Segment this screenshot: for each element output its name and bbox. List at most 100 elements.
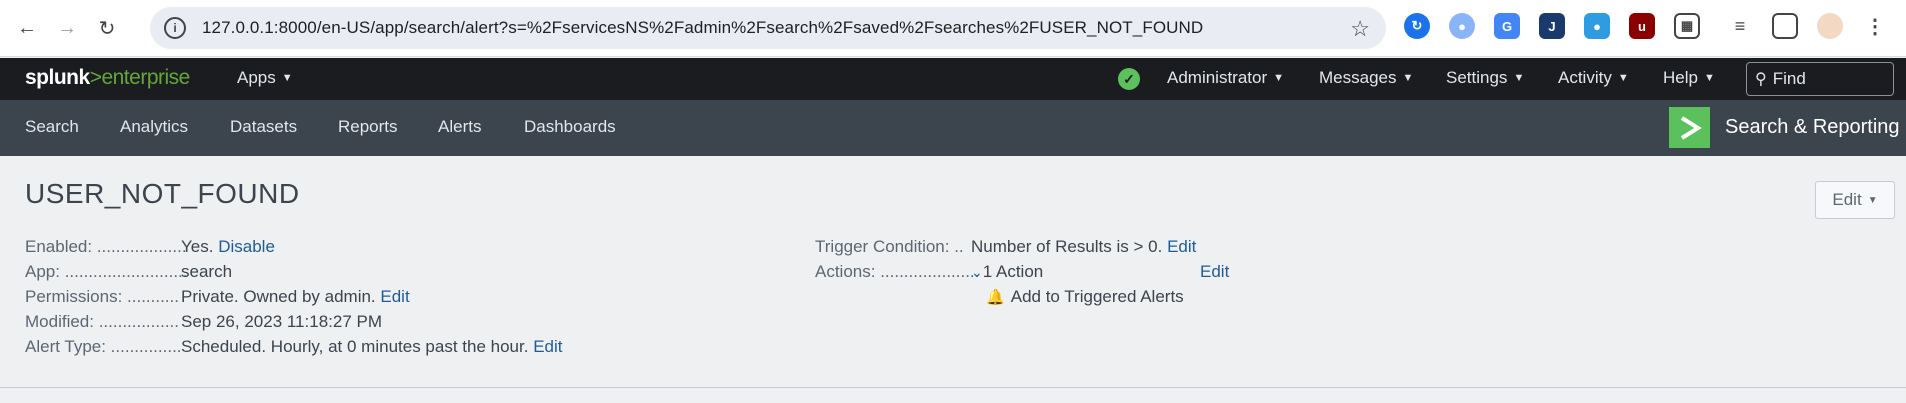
- modified-row: Modified: .................: [25, 312, 179, 332]
- actions-toggle[interactable]: ⌄1 Action: [971, 262, 1043, 282]
- caret-down-icon: ▼: [1402, 72, 1414, 84]
- modified-value: Sep 26, 2023 11:18:27 PM: [181, 312, 383, 331]
- extension-search-icon[interactable]: ●: [1449, 13, 1475, 39]
- administrator-label: Administrator: [1167, 68, 1268, 87]
- trigger-condition-edit-link[interactable]: Edit: [1167, 237, 1196, 256]
- extension-sync-icon[interactable]: ↻: [1404, 13, 1430, 39]
- find-search-box[interactable]: ⚲: [1746, 62, 1894, 96]
- extensions-bar: ↻ ● G J ● u ▦ ≡ ⋮: [1404, 13, 1906, 39]
- alert-details-panel: USER_NOT_FOUND Edit ▼ Enabled: ..........…: [0, 156, 1906, 388]
- bookmark-star-icon[interactable]: ☆: [1350, 16, 1370, 42]
- trigger-condition-value-row: Number of Results is > 0. Edit: [971, 237, 1196, 257]
- logo-product-text: enterprise: [101, 66, 190, 89]
- permissions-edit-link[interactable]: Edit: [380, 287, 409, 306]
- permissions-value-row: Private. Owned by admin. Edit: [181, 287, 410, 307]
- splunk-topbar: splunk>enterprise Apps ▼ ✓ Administrator ▼…: [0, 58, 1906, 100]
- actions-row: Actions: .....................: [815, 262, 979, 282]
- caret-down-icon: ▼: [1273, 72, 1285, 84]
- alert-type-value: Scheduled. Hourly, at 0 minutes past the…: [181, 337, 529, 356]
- bell-icon: 🔔: [986, 289, 1005, 306]
- permissions-row: Permissions: ...........: [25, 287, 179, 307]
- alert-type-row: Alert Type: ...............: [25, 337, 182, 357]
- edit-button-label: Edit: [1832, 190, 1862, 209]
- caret-down-icon: ▼: [1867, 194, 1878, 206]
- logo-gt-text: >: [89, 66, 102, 89]
- activity-label: Activity: [1558, 68, 1612, 87]
- logo-splunk-text: splunk: [25, 66, 90, 89]
- app-value: search: [181, 262, 233, 281]
- actions-edit-link[interactable]: Edit: [1200, 262, 1229, 281]
- tab-alerts[interactable]: Alerts: [438, 117, 481, 137]
- action-item-row: 🔔 Add to Triggered Alerts: [986, 287, 1184, 307]
- modified-value-row: Sep 26, 2023 11:18:27 PM: [181, 312, 382, 332]
- edit-dropdown-button[interactable]: Edit ▼: [1815, 181, 1895, 219]
- extension-translate-icon[interactable]: G: [1494, 13, 1520, 39]
- find-input[interactable]: [1772, 69, 1883, 89]
- permissions-label: Permissions: ...........: [25, 287, 179, 306]
- app-row: App: ..........................: [25, 262, 188, 282]
- chevron-right-icon: [1680, 115, 1702, 140]
- extension-j-icon[interactable]: J: [1539, 13, 1565, 39]
- alert-type-value-row: Scheduled. Hourly, at 0 minutes past the…: [181, 337, 562, 357]
- extensions-puzzle-icon[interactable]: ▦: [1674, 13, 1700, 39]
- reading-list-icon[interactable]: ≡: [1727, 13, 1753, 39]
- enabled-value-row: Yes. Disable: [181, 237, 275, 257]
- actions-label: Actions: .....................: [815, 262, 980, 281]
- trigger-condition-label: Trigger Condition: ..: [815, 237, 964, 256]
- trigger-condition-value: Number of Results is > 0.: [971, 237, 1163, 256]
- site-info-icon[interactable]: i: [164, 17, 186, 39]
- app-value-row: search: [181, 262, 232, 282]
- settings-menu[interactable]: Settings ▼: [1446, 68, 1524, 88]
- chevron-down-icon: ⌄: [971, 264, 983, 280]
- address-bar[interactable]: i 127.0.0.1:8000/en-US/app/search/alert?…: [150, 7, 1386, 49]
- enabled-row: Enabled: ...................: [25, 237, 187, 257]
- actions-count: 1 Action: [982, 262, 1044, 281]
- side-panel-icon[interactable]: [1772, 13, 1798, 39]
- app-title[interactable]: Search & Reporting: [1725, 116, 1900, 139]
- enabled-label: Enabled: ...................: [25, 237, 187, 256]
- app-label: App: ..........................: [25, 262, 188, 281]
- disable-link[interactable]: Disable: [218, 237, 275, 256]
- caret-down-icon: ▼: [281, 72, 293, 84]
- splunk-logo[interactable]: splunk>enterprise: [25, 66, 190, 90]
- ublock-icon[interactable]: u: [1629, 13, 1655, 39]
- extension-drop-icon[interactable]: ●: [1584, 13, 1610, 39]
- modified-label: Modified: .................: [25, 312, 179, 331]
- settings-label: Settings: [1446, 68, 1508, 87]
- search-icon: ⚲: [1755, 71, 1767, 88]
- help-menu[interactable]: Help ▼: [1663, 68, 1715, 88]
- caret-down-icon: ▼: [1513, 72, 1525, 84]
- tab-dashboards[interactable]: Dashboards: [524, 117, 616, 137]
- enabled-value: Yes.: [181, 237, 214, 256]
- administrator-menu[interactable]: Administrator ▼: [1167, 68, 1284, 88]
- app-navigation-bar: Search Analytics Datasets Reports Alerts…: [0, 100, 1906, 156]
- browser-menu-icon[interactable]: ⋮: [1862, 13, 1888, 39]
- tab-datasets[interactable]: Datasets: [230, 117, 297, 137]
- apps-menu[interactable]: Apps ▼: [237, 68, 293, 88]
- reload-icon[interactable]: ↻: [92, 13, 122, 43]
- profile-avatar[interactable]: [1817, 13, 1843, 39]
- help-label: Help: [1663, 68, 1698, 87]
- trigger-condition-row: Trigger Condition: ..: [815, 237, 964, 257]
- apps-label: Apps: [237, 68, 276, 87]
- messages-label: Messages: [1319, 68, 1397, 87]
- tab-analytics[interactable]: Analytics: [120, 117, 188, 137]
- url-text[interactable]: 127.0.0.1:8000/en-US/app/search/alert?s=…: [202, 18, 1203, 38]
- messages-menu[interactable]: Messages ▼: [1319, 68, 1413, 88]
- health-ok-icon[interactable]: ✓: [1118, 68, 1140, 90]
- alert-type-edit-link[interactable]: Edit: [533, 337, 562, 356]
- tab-reports[interactable]: Reports: [338, 117, 398, 137]
- activity-menu[interactable]: Activity ▼: [1558, 68, 1629, 88]
- alert-type-label: Alert Type: ...............: [25, 337, 182, 356]
- app-logo-icon[interactable]: [1669, 107, 1710, 148]
- permissions-value: Private. Owned by admin.: [181, 287, 376, 306]
- caret-down-icon: ▼: [1617, 72, 1629, 84]
- action-item-label: Add to Triggered Alerts: [1010, 287, 1184, 306]
- tab-search[interactable]: Search: [25, 117, 79, 137]
- caret-down-icon: ▼: [1703, 72, 1715, 84]
- browser-toolbar: ← → ↻ i 127.0.0.1:8000/en-US/app/search/…: [0, 0, 1906, 57]
- back-icon[interactable]: ←: [12, 13, 42, 43]
- actions-edit-row: Edit: [1200, 262, 1229, 282]
- forward-icon[interactable]: →: [52, 13, 82, 43]
- page-title: USER_NOT_FOUND: [25, 178, 300, 209]
